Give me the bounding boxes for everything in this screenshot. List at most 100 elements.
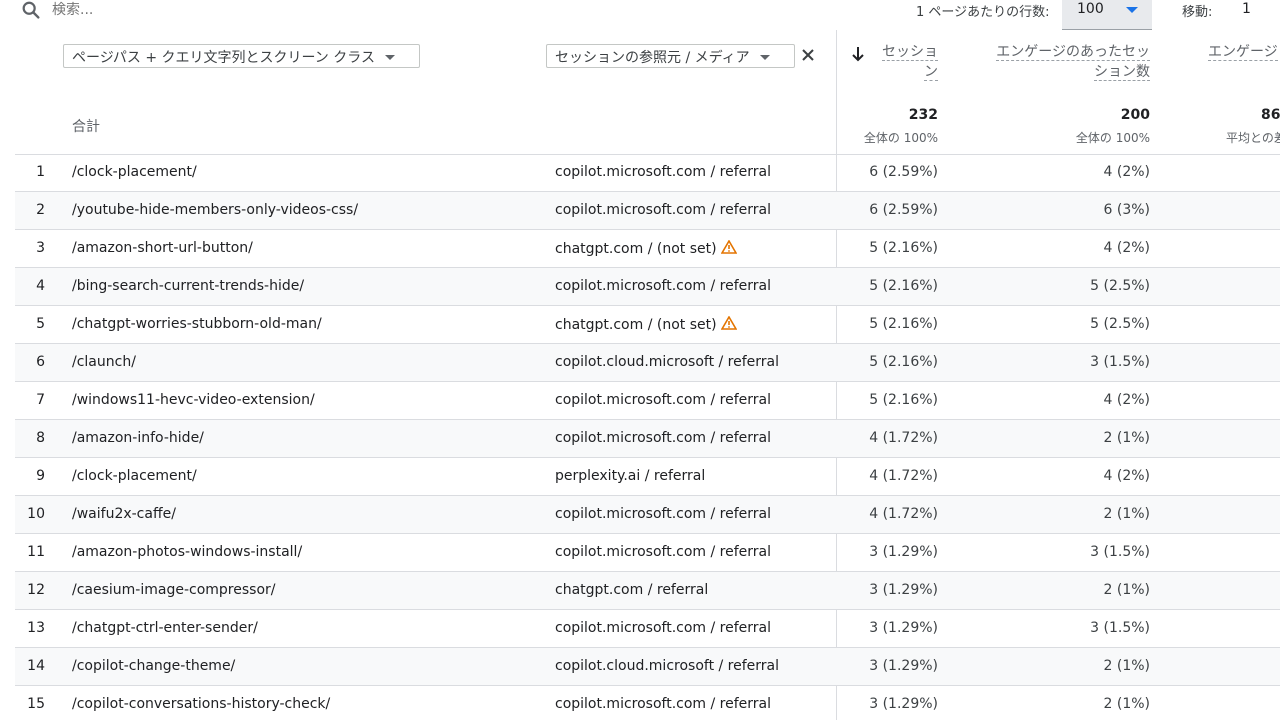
page-path-cell[interactable]: /bing-search-current-trends-hide/ (72, 278, 304, 294)
source-medium-text: copilot.microsoft.com / referral (555, 392, 772, 408)
totals-engagement-sub: 平均との差 (1226, 131, 1280, 145)
sessions-cell: 5 (2.16%) (869, 316, 938, 332)
column-header-engagement[interactable]: エンゲージ (1208, 42, 1280, 62)
source-medium-text: chatgpt.com / (not set) (555, 317, 717, 333)
sessions-cell: 5 (2.16%) (869, 392, 938, 408)
engaged-sessions-cell: 2 (1%) (1103, 658, 1151, 674)
engagement-cell: 66. (1215, 696, 1280, 712)
row-index: 2 (36, 202, 45, 218)
totals-sessions: 232 (908, 107, 938, 123)
engaged-sessions-cell: 4 (2%) (1103, 164, 1151, 180)
close-icon[interactable] (801, 48, 815, 62)
sessions-cell: 5 (2.16%) (869, 354, 938, 370)
engagement-cell: 66. (1215, 658, 1280, 674)
header-line: ション数 (1094, 64, 1150, 81)
engagement-cell: 1 (1215, 544, 1280, 560)
search-icon[interactable] (20, 0, 42, 22)
engagement-cell: 1 (1215, 620, 1280, 636)
goto-page-label: 移動: (1182, 5, 1213, 20)
source-medium-text: chatgpt.com / (not set) (555, 241, 717, 257)
page-path-cell[interactable]: /clock-placement/ (72, 164, 197, 180)
sort-arrow-down-icon[interactable] (851, 46, 865, 62)
sessions-cell: 3 (1.29%) (869, 658, 938, 674)
source-medium-cell: chatgpt.com / referral (555, 582, 708, 598)
table-row[interactable]: 1/clock-placement/copilot.microsoft.com … (15, 154, 1280, 192)
header-line: エンゲージのあったセッ (996, 44, 1150, 61)
column-header-sessions[interactable]: セッショ ン (873, 42, 938, 82)
table-row[interactable]: 12/caesium-image-compressor/chatgpt.com … (15, 572, 1280, 610)
source-medium-text: copilot.cloud.microsoft / referral (555, 658, 780, 674)
source-medium-cell: copilot.cloud.microsoft / referral (555, 658, 779, 674)
dimension-selector-page-path[interactable]: ページパス + クエリ文字列とスクリーン クラス (63, 44, 420, 68)
engaged-sessions-cell: 2 (1%) (1103, 696, 1151, 712)
engaged-sessions-cell: 3 (1.5%) (1090, 354, 1150, 370)
rows-per-page-label: 1 ページあたりの行数: (916, 5, 1050, 20)
source-medium-cell: chatgpt.com / (not set) (555, 240, 737, 257)
totals-engaged-share: 全体の 100% (1075, 131, 1150, 145)
table-body: 1/clock-placement/copilot.microsoft.com … (15, 154, 1280, 720)
engaged-sessions-cell: 2 (1%) (1103, 430, 1151, 446)
row-index: 9 (36, 468, 45, 484)
table-row[interactable]: 2/youtube-hide-members-only-videos-css/c… (15, 192, 1280, 230)
engaged-sessions-cell: 5 (2.5%) (1090, 278, 1150, 294)
page-path-cell[interactable]: /clock-placement/ (72, 468, 197, 484)
page-path-cell[interactable]: /caesium-image-compressor/ (72, 582, 276, 598)
page-path-cell[interactable]: /amazon-info-hide/ (72, 430, 204, 446)
table-row[interactable]: 9/clock-placement/perplexity.ai / referr… (15, 458, 1280, 496)
page-path-cell[interactable]: /claunch/ (72, 354, 136, 370)
engagement-cell: 1 (1215, 316, 1280, 332)
table-row[interactable]: 15/copilot-conversations-history-check/c… (15, 686, 1280, 720)
engaged-sessions-cell: 2 (1%) (1103, 506, 1151, 522)
engagement-cell: 66. (1215, 164, 1280, 180)
table-row[interactable]: 3/amazon-short-url-button/chatgpt.com / … (15, 230, 1280, 268)
table-row[interactable]: 14/copilot-change-theme/copilot.cloud.mi… (15, 648, 1280, 686)
table-row[interactable]: 7/windows11-hevc-video-extension/copilot… (15, 382, 1280, 420)
engagement-cell: 66. (1215, 582, 1280, 598)
row-index: 6 (36, 354, 45, 370)
totals-engagement: 86. (1261, 107, 1280, 123)
engagement-cell: 1 (1215, 202, 1280, 218)
sessions-cell: 4 (1.72%) (869, 506, 938, 522)
column-header-engaged-sessions[interactable]: エンゲージのあったセッ ション数 (980, 42, 1150, 82)
sessions-cell: 3 (1.29%) (869, 620, 938, 636)
sessions-cell: 4 (1.72%) (869, 430, 938, 446)
page-path-cell[interactable]: /copilot-conversations-history-check/ (72, 696, 330, 712)
chevron-down-icon (759, 55, 770, 60)
engaged-sessions-cell: 3 (1.5%) (1090, 544, 1150, 560)
row-index: 11 (27, 544, 45, 560)
page-path-cell[interactable]: /chatgpt-ctrl-enter-sender/ (72, 620, 258, 636)
warning-triangle-icon[interactable] (720, 240, 737, 254)
source-medium-text: copilot.microsoft.com / referral (555, 202, 772, 218)
table-row[interactable]: 5/chatgpt-worries-stubborn-old-man/chatg… (15, 306, 1280, 344)
goto-page-input[interactable]: 1 (1242, 1, 1251, 17)
page-path-cell[interactable]: /amazon-photos-windows-install/ (72, 544, 302, 560)
source-medium-text: copilot.microsoft.com / referral (555, 544, 772, 560)
header-line: ン (924, 64, 938, 81)
search-input[interactable] (52, 0, 352, 20)
source-medium-text: copilot.microsoft.com / referral (555, 164, 772, 180)
warning-triangle-icon[interactable] (720, 316, 737, 330)
engaged-sessions-cell: 5 (2.5%) (1090, 316, 1150, 332)
source-medium-cell: copilot.cloud.microsoft / referral (555, 354, 779, 370)
page-path-cell[interactable]: /youtube-hide-members-only-videos-css/ (72, 202, 358, 218)
table-row[interactable]: 10/waifu2x-caffe/copilot.microsoft.com /… (15, 496, 1280, 534)
source-medium-cell: copilot.microsoft.com / referral (555, 164, 771, 180)
rows-per-page-select[interactable]: 100 (1062, 0, 1152, 30)
page-path-cell[interactable]: /chatgpt-worries-stubborn-old-man/ (72, 316, 322, 332)
row-index: 12 (27, 582, 45, 598)
dimension-selector-source-medium[interactable]: セッションの参照元 / メディア (546, 44, 795, 68)
page-path-cell[interactable]: /copilot-change-theme/ (72, 658, 235, 674)
page-path-cell[interactable]: /amazon-short-url-button/ (72, 240, 253, 256)
page-path-cell[interactable]: /windows11-hevc-video-extension/ (72, 392, 315, 408)
page-path-cell[interactable]: /waifu2x-caffe/ (72, 506, 176, 522)
totals-label: 合計 (72, 119, 100, 135)
source-medium-cell: chatgpt.com / (not set) (555, 316, 737, 333)
header-line: エンゲージ (1208, 44, 1278, 61)
table-row[interactable]: 11/amazon-photos-windows-install/copilot… (15, 534, 1280, 572)
sessions-cell: 5 (2.16%) (869, 278, 938, 294)
totals-sessions-share: 全体の 100% (863, 131, 938, 145)
table-row[interactable]: 6/claunch/copilot.cloud.microsoft / refe… (15, 344, 1280, 382)
table-row[interactable]: 4/bing-search-current-trends-hide/copilo… (15, 268, 1280, 306)
table-row[interactable]: 13/chatgpt-ctrl-enter-sender/copilot.mic… (15, 610, 1280, 648)
table-row[interactable]: 8/amazon-info-hide/copilot.microsoft.com… (15, 420, 1280, 458)
